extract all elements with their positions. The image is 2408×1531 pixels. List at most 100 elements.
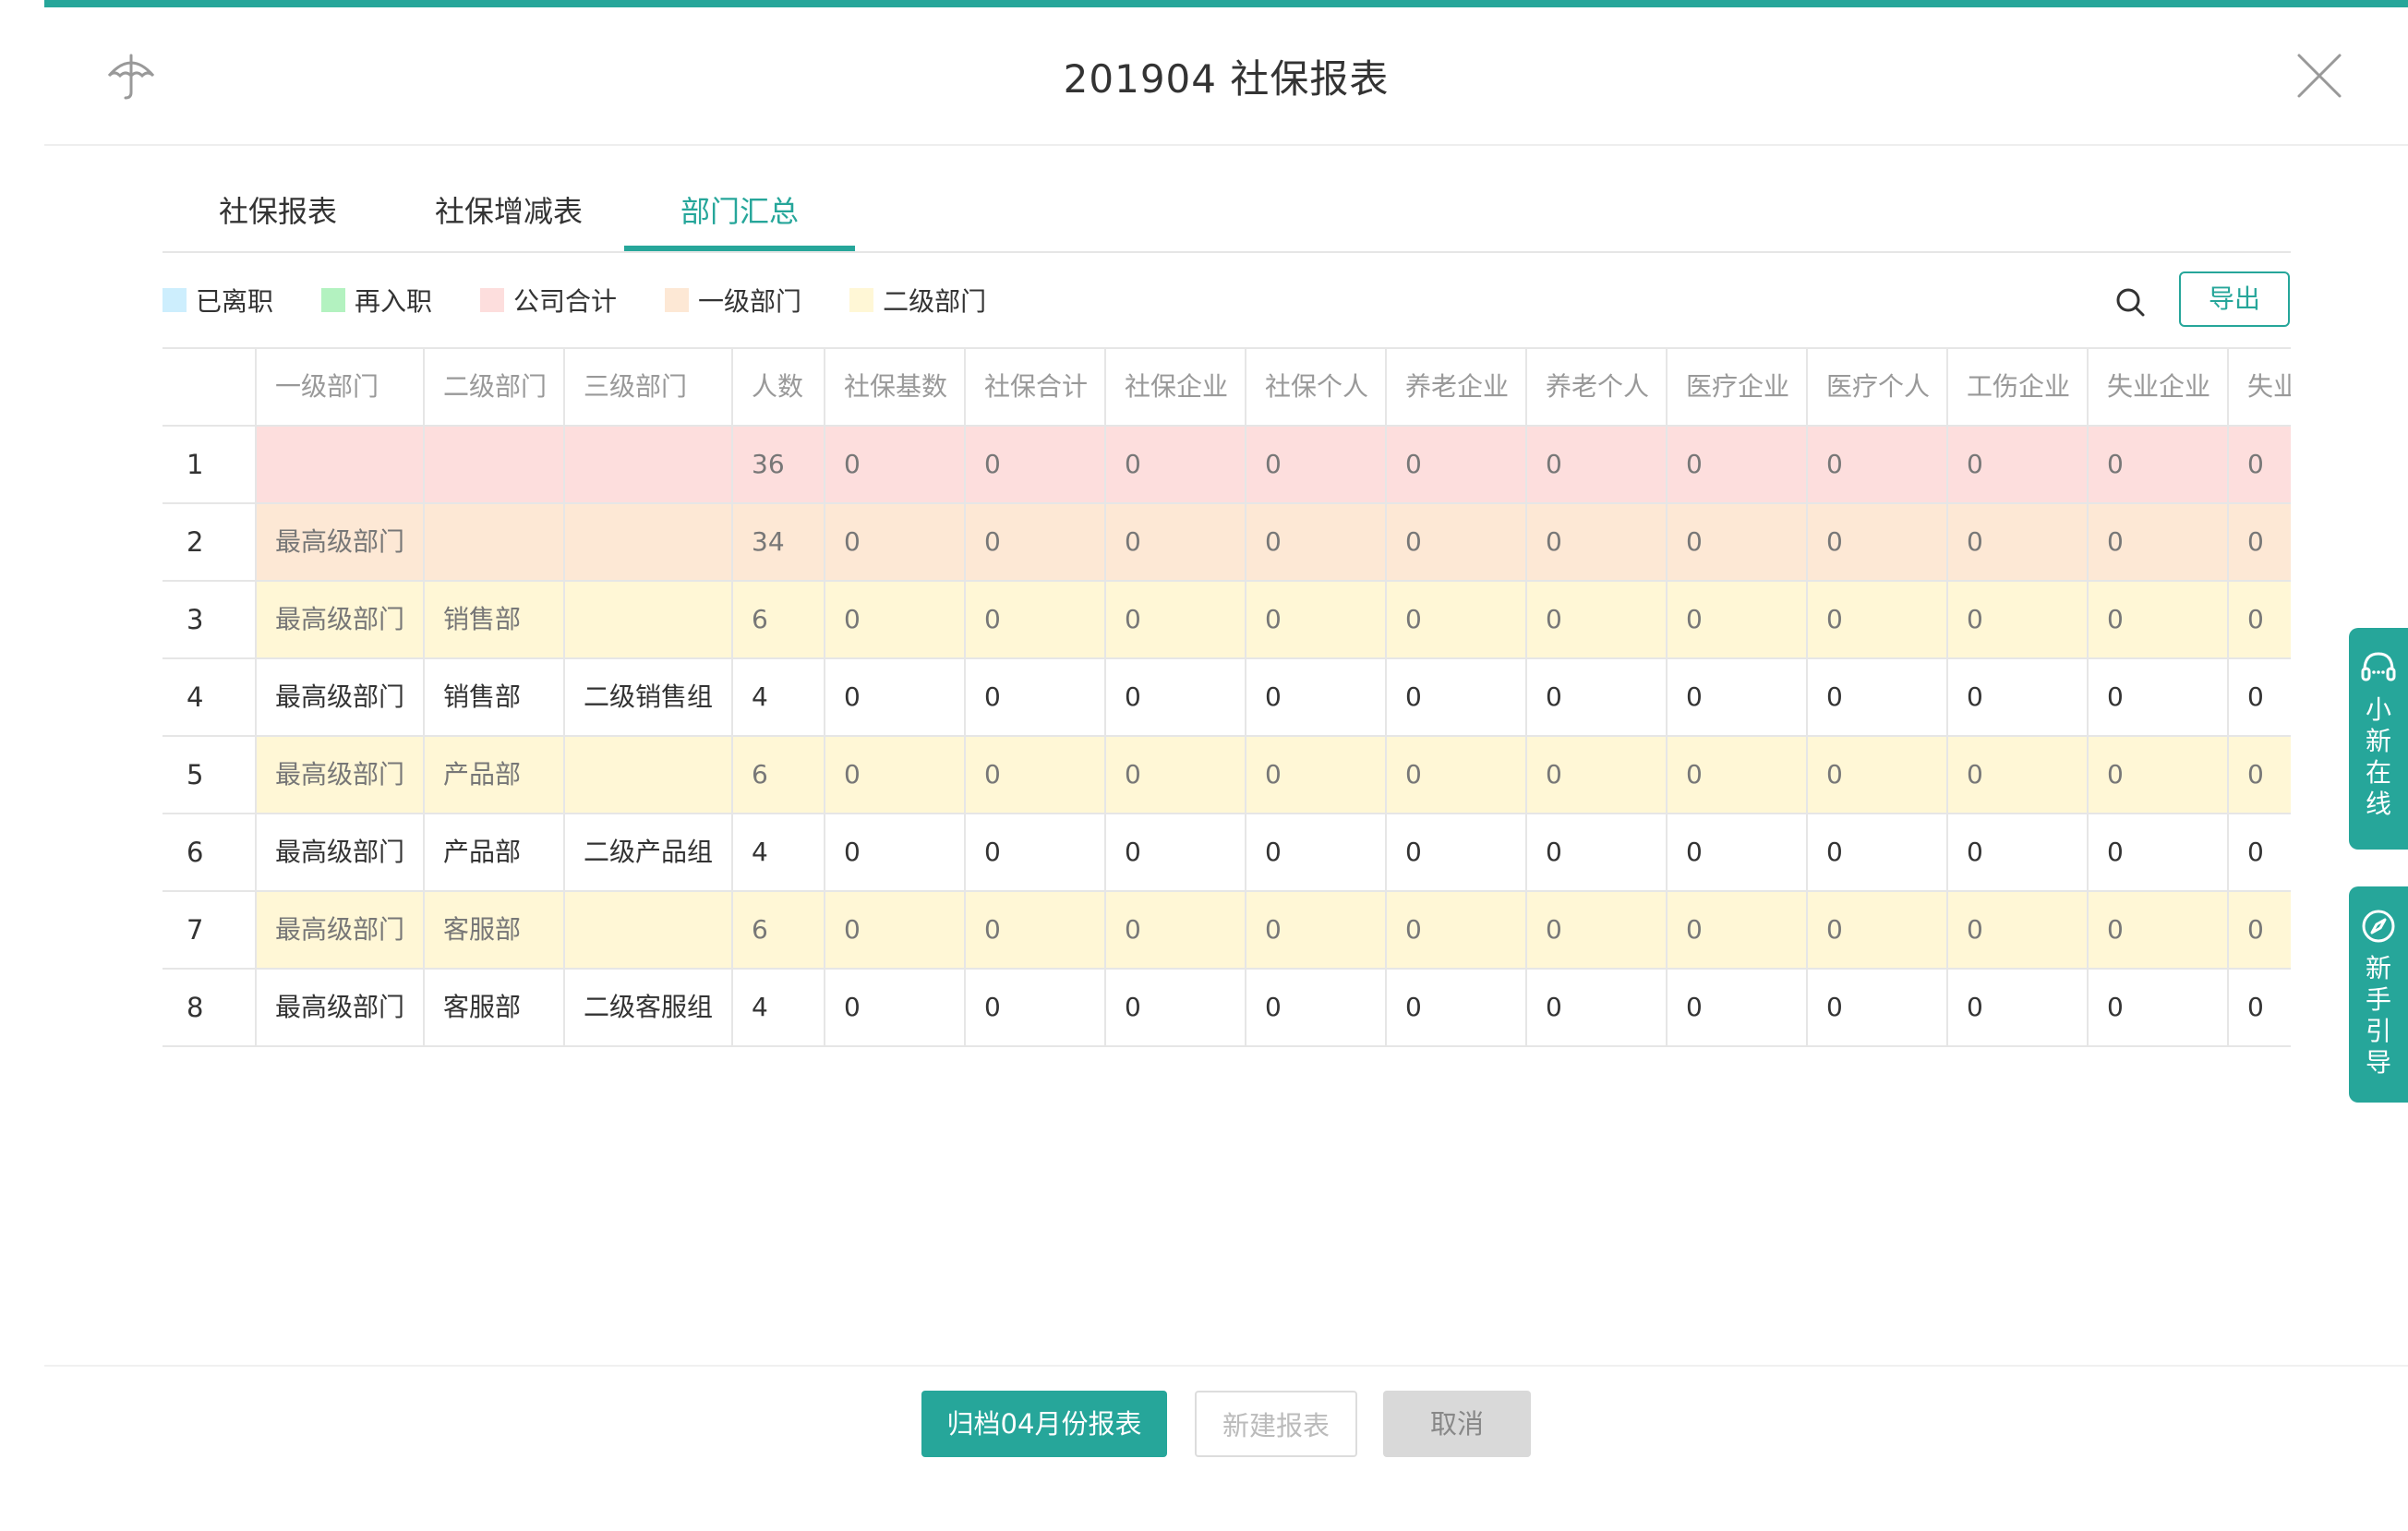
table-cell: 0 [1245,814,1385,890]
table-cell: 0 [1385,504,1525,580]
beginner-guide-tab[interactable]: 新手引导 [2349,886,2408,1103]
column-header: 一级部门 [255,349,423,425]
export-button[interactable]: 导出 [2179,271,2290,327]
tab-department-summary[interactable]: 部门汇总 [624,181,855,251]
table-row[interactable]: 3 最高级部门 销售部 6 0 0 0 0 0 0 0 0 0 0 0 [163,582,2291,659]
online-support-tab[interactable]: 小新在线 [2349,628,2408,850]
archive-report-button[interactable]: 归档04月份报表 [921,1391,1167,1457]
legend-item-level1-dept: 一级部门 [665,282,801,319]
table-cell: 0 [1946,814,2087,890]
compass-icon [2362,910,2395,943]
column-header: 养老企业 [1385,349,1525,425]
table-cell: 0 [1946,427,2087,502]
column-header [163,349,255,425]
table-row[interactable]: 8 最高级部门 客服部 二级客服组 4 0 0 0 0 0 0 0 0 0 0 0 [163,970,2291,1047]
table-row[interactable]: 7 最高级部门 客服部 6 0 0 0 0 0 0 0 0 0 0 0 [163,892,2291,970]
table-cell: 0 [2087,504,2227,580]
dialog-header: 201904 社保报表 [44,7,2408,146]
cancel-button[interactable]: 取消 [1383,1391,1531,1457]
table-cell: 0 [824,814,964,890]
table-row[interactable]: 5 最高级部门 产品部 6 0 0 0 0 0 0 0 0 0 0 0 [163,737,2291,814]
top-accent-bar [44,0,2408,7]
table-cell: 4 [731,659,824,735]
table-cell: 0 [1666,737,1806,813]
table-cell: 0 [1525,582,1666,657]
table-cell: 0 [2087,582,2227,657]
table-cell: 0 [1525,814,1666,890]
column-header: 社保个人 [1245,349,1385,425]
table-cell: 34 [731,504,824,580]
table-cell: 0 [1666,659,1806,735]
table-cell: 0 [2227,737,2291,813]
table-cell: 最高级部门 [255,504,423,580]
table-cell: 0 [964,504,1104,580]
row-index: 1 [163,427,255,502]
table-cell: 0 [1525,970,1666,1045]
table-cell: 0 [1385,582,1525,657]
table-row[interactable]: 1 36 0 0 0 0 0 0 0 0 0 0 0 [163,427,2291,504]
table-cell: 销售部 [423,582,563,657]
legend-item-level2-dept: 二级部门 [849,282,986,319]
table-cell: 0 [2227,814,2291,890]
table-cell: 0 [1245,427,1385,502]
table-cell: 0 [2227,504,2291,580]
table-cell [255,427,423,502]
search-icon[interactable] [2111,283,2151,323]
legend-item-company-total: 公司合计 [480,282,617,319]
table-cell: 0 [1806,504,1946,580]
table-cell: 最高级部门 [255,892,423,968]
legend-label: 已离职 [196,286,274,317]
table-cell: 客服部 [423,970,563,1045]
table-cell: 0 [1806,814,1946,890]
table-cell: 二级销售组 [563,659,731,735]
table-cell: 0 [1946,659,2087,735]
headset-icon [2361,652,2396,681]
table-row[interactable]: 6 最高级部门 产品部 二级产品组 4 0 0 0 0 0 0 0 0 0 0 0 [163,814,2291,892]
legend-label: 再入职 [355,286,433,317]
table-cell: 0 [2227,427,2291,502]
table-cell: 0 [964,427,1104,502]
column-header: 失业 [2227,349,2291,425]
tab-social-report[interactable]: 社保报表 [163,181,393,251]
table-cell: 0 [2087,427,2227,502]
table-cell: 最高级部门 [255,970,423,1045]
column-header: 三级部门 [563,349,731,425]
legend-swatch [849,288,874,312]
table-cell [423,427,563,502]
legend-swatch [665,288,690,312]
table-cell: 0 [1104,737,1245,813]
table-cell: 0 [1806,659,1946,735]
table-row[interactable]: 4 最高级部门 销售部 二级销售组 4 0 0 0 0 0 0 0 0 0 0 0 [163,659,2291,737]
table-cell: 产品部 [423,737,563,813]
table-cell: 0 [1104,504,1245,580]
table-cell [563,737,731,813]
table-cell: 0 [1525,892,1666,968]
table-cell: 0 [824,504,964,580]
table-cell: 0 [1666,814,1806,890]
legend-label: 一级部门 [698,286,802,317]
table-cell [563,582,731,657]
close-icon[interactable] [2294,50,2345,102]
table-cell: 6 [731,892,824,968]
tab-social-change[interactable]: 社保增减表 [393,181,624,251]
table-cell: 0 [1245,970,1385,1045]
table-cell: 0 [1104,970,1245,1045]
table-row[interactable]: 2 最高级部门 34 0 0 0 0 0 0 0 0 0 0 0 [163,504,2291,582]
table-cell: 0 [964,737,1104,813]
table-cell: 0 [964,814,1104,890]
row-index: 4 [163,659,255,735]
table-cell: 0 [1666,582,1806,657]
row-index: 7 [163,892,255,968]
table-cell: 0 [2227,582,2291,657]
table-cell: 0 [1245,737,1385,813]
table-cell: 0 [1946,970,2087,1045]
new-report-button[interactable]: 新建报表 [1195,1391,1357,1457]
table-cell: 0 [1525,737,1666,813]
legend-swatch [163,288,187,312]
table-cell: 0 [1806,892,1946,968]
table-cell: 0 [2227,970,2291,1045]
column-header: 工伤企业 [1946,349,2087,425]
table-header-row: 一级部门 二级部门 三级部门 人数 社保基数 社保合计 社保企业 社保个人 养老企业 养老个人 医疗… [163,349,2291,427]
beginner-guide-label: 新手引导 [2365,953,2391,1078]
table-cell: 0 [1104,892,1245,968]
